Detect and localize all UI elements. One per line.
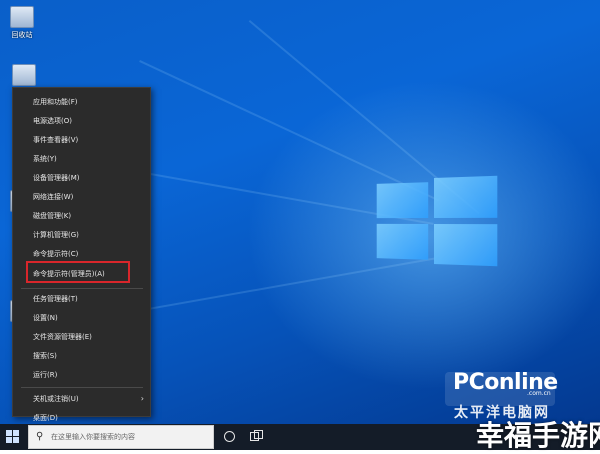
menu-item-settings[interactable]: 设置(N) [13,309,150,327]
menu-item-task-manager[interactable]: 任务管理器(T) [13,290,150,308]
site-watermark: 幸福手游网 [476,419,600,452]
menu-item-computer-management[interactable]: 计算机管理(G) [13,226,150,244]
recycle-bin-icon [10,6,34,28]
menu-item-system[interactable]: 系统(Y) [13,150,150,168]
highlight-box [26,261,130,283]
cortana-circle-icon[interactable] [224,431,235,442]
menu-item-disk-management[interactable]: 磁盘管理(K) [13,207,150,225]
search-placeholder: 在这里输入你要搜索的内容 [51,433,135,441]
menu-separator [21,387,143,388]
menu-item-file-explorer[interactable]: 文件资源管理器(E) [13,328,150,346]
desktop-shortcut[interactable] [10,64,38,86]
menu-item-power-options[interactable]: 电源选项(O) [13,112,150,130]
chevron-right-icon: › [140,394,144,403]
winx-context-menu: 应用和功能(F) 电源选项(O) 事件查看器(V) 系统(Y) 设备管理器(M)… [12,87,151,422]
search-icon: ⚲ [36,431,44,442]
recycle-bin[interactable]: 回收站 [8,6,36,40]
computer-icon [12,64,36,86]
windows-logo [376,175,498,267]
menu-item-run[interactable]: 运行(R) [13,366,150,384]
taskbar-search-box[interactable]: ⚲ 在这里输入你要搜索的内容 [28,425,214,449]
windows-start-icon[interactable] [6,430,20,444]
menu-item-event-viewer[interactable]: 事件查看器(V) [13,131,150,149]
menu-item-search[interactable]: 搜索(S) [13,347,150,365]
menu-item-shutdown-signout[interactable]: 关机或注销(U) › [13,390,150,408]
menu-item-network-connections[interactable]: 网络连接(W) [13,188,150,206]
menu-item-apps-features[interactable]: 应用和功能(F) [13,93,150,111]
menu-item-label: 关机或注销(U) [33,395,79,403]
menu-separator [21,288,143,289]
task-view-icon[interactable] [250,430,263,442]
menu-item-device-manager[interactable]: 设备管理器(M) [13,169,150,187]
